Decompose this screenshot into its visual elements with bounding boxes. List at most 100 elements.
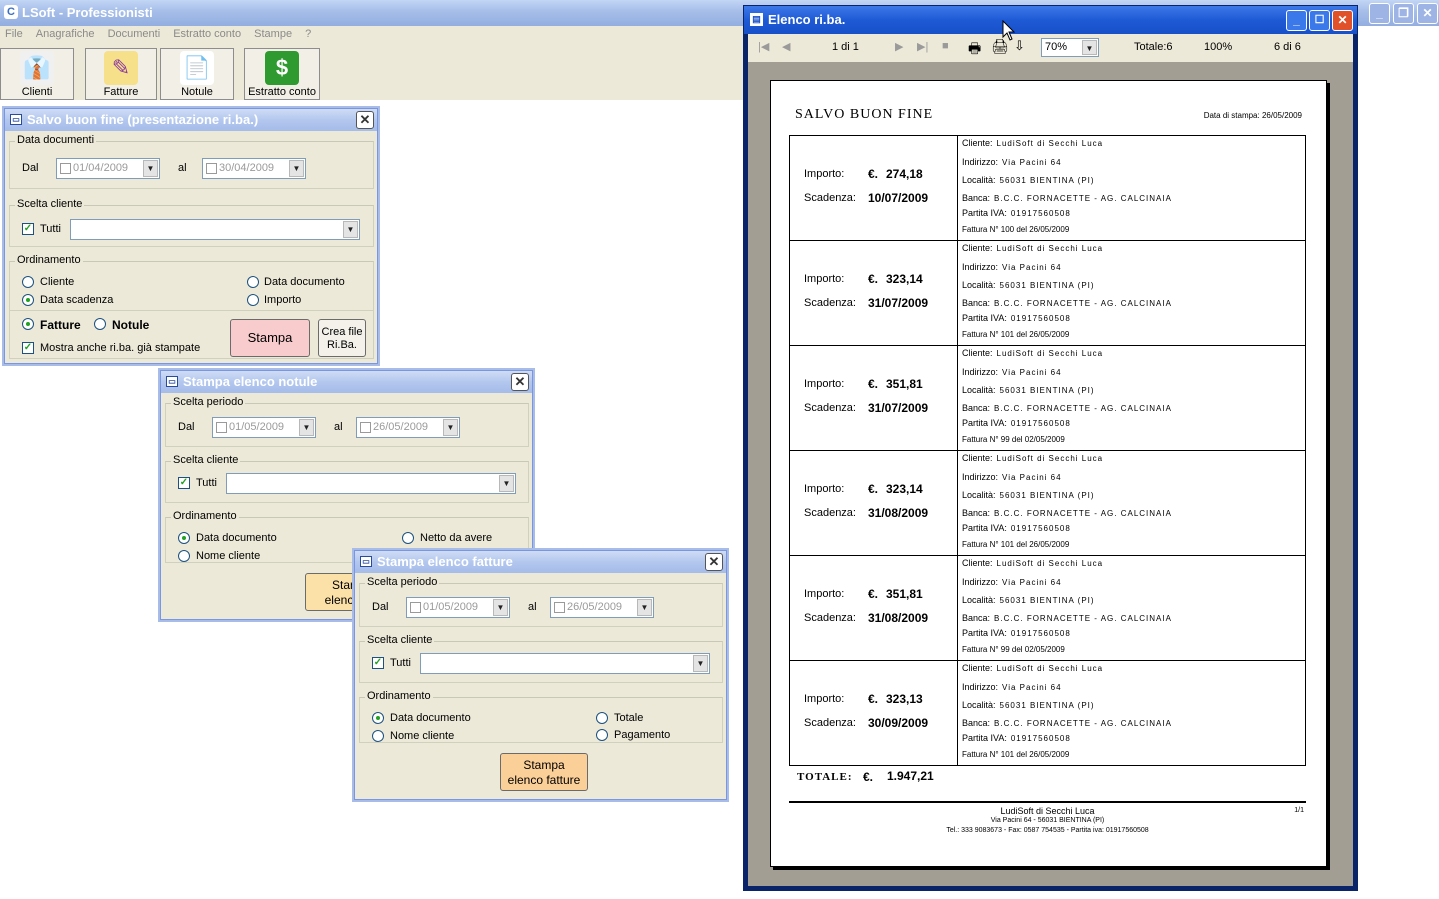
totale-radio[interactable] xyxy=(596,712,608,724)
piva-line: Partita IVA: 01917560508 xyxy=(962,208,1071,218)
notule-button[interactable]: 📄 Notule xyxy=(160,48,234,100)
indirizzo-line: Indirizzo: Via Pacini 64 xyxy=(962,682,1062,692)
crea-file-riba-button[interactable]: Crea file Ri.Ba. xyxy=(318,319,366,357)
line-value: 01917560508 xyxy=(1010,209,1071,218)
menu-file[interactable]: File xyxy=(0,26,28,42)
date-checkbox[interactable] xyxy=(206,163,217,174)
localita-line: Località: 56031 BIENTINA (PI) xyxy=(962,280,1095,290)
tutti-checkbox[interactable]: ✓ xyxy=(372,657,384,669)
cliente-radio[interactable] xyxy=(22,276,34,288)
close-icon[interactable]: ✕ xyxy=(356,111,374,129)
date-from-field[interactable]: 01/05/2009 ▼ xyxy=(212,417,316,438)
line-value: 56031 BIENTINA (PI) xyxy=(999,596,1095,605)
netto-da-avere-radio[interactable] xyxy=(402,532,414,544)
mostra-checkbox[interactable]: ✓ xyxy=(22,342,34,354)
restore-icon[interactable]: ❐ xyxy=(1393,3,1414,24)
date-checkbox[interactable] xyxy=(410,602,421,613)
tutti-checkbox[interactable]: ✓ xyxy=(178,477,190,489)
menu-documenti[interactable]: Documenti xyxy=(103,26,166,42)
footer-line: LudiSoft di Secchi Luca xyxy=(1000,806,1095,816)
maximize-icon[interactable]: ☐ xyxy=(1309,10,1330,31)
menu-estratto-conto[interactable]: Estratto conto xyxy=(168,26,246,42)
date-checkbox[interactable] xyxy=(60,163,71,174)
currency-label: €. xyxy=(868,167,879,181)
cliente-combobox[interactable]: ▼ xyxy=(226,473,516,494)
print-icon[interactable]: 🖶 xyxy=(968,38,981,62)
stampa-elenco-fatture-button[interactable]: Stampa elenco fatture xyxy=(500,753,588,791)
radio-label: Data documento xyxy=(390,712,471,724)
next-page-icon[interactable]: ▶ xyxy=(895,40,903,53)
estratto-conto-button[interactable]: $ Estratto conto xyxy=(244,48,320,100)
dialog-title: Stampa elenco notule xyxy=(183,374,318,389)
nome-cliente-radio[interactable] xyxy=(372,730,384,742)
line-key: Indirizzo: xyxy=(962,472,999,482)
close-icon[interactable]: ✕ xyxy=(705,553,723,571)
minimize-icon[interactable]: _ xyxy=(1369,3,1390,24)
cliente-combobox[interactable]: ▼ xyxy=(420,653,710,674)
date-checkbox[interactable] xyxy=(216,422,227,433)
banca-line: Banca: B.C.C. FORNACETTE - AG. CALCINAIA xyxy=(962,403,1172,413)
line-value: B.C.C. FORNACETTE - AG. CALCINAIA xyxy=(994,719,1172,728)
menu-anagrafiche[interactable]: Anagrafiche xyxy=(31,26,100,42)
stop-icon[interactable]: ■ xyxy=(942,40,949,52)
data-documento-radio[interactable] xyxy=(372,712,384,724)
line-key: Località: xyxy=(962,595,996,605)
data-documento-radio[interactable] xyxy=(178,532,190,544)
close-icon[interactable]: ✕ xyxy=(511,373,529,391)
data-scadenza-radio[interactable] xyxy=(22,294,34,306)
piva-line: Partita IVA: 01917560508 xyxy=(962,313,1071,323)
clienti-button[interactable]: 👔 Clienti xyxy=(0,48,74,100)
date-to-field[interactable]: 26/05/2009 ▼ xyxy=(550,597,654,618)
notule-radio[interactable] xyxy=(94,318,106,330)
zoom-select[interactable]: 70% ▼ xyxy=(1041,38,1099,57)
data-documento-radio[interactable] xyxy=(247,276,259,288)
minimize-icon[interactable]: _ xyxy=(1286,10,1307,31)
date-from-field[interactable]: 01/04/2009 ▼ xyxy=(56,158,160,179)
menu-help[interactable]: ? xyxy=(300,26,316,42)
chevron-down-icon[interactable]: ▼ xyxy=(343,221,358,238)
importo-label: Importo: xyxy=(804,378,845,390)
cliente-combobox[interactable]: ▼ xyxy=(70,219,360,240)
line-key: Banca: xyxy=(962,403,991,413)
chevron-down-icon[interactable]: ▼ xyxy=(493,599,508,616)
importo-radio[interactable] xyxy=(247,294,259,306)
chevron-down-icon[interactable]: ▼ xyxy=(143,160,158,177)
menu-stampe[interactable]: Stampe xyxy=(249,26,297,42)
chevron-down-icon[interactable]: ▼ xyxy=(693,655,708,672)
chevron-down-icon[interactable]: ▼ xyxy=(299,419,314,436)
date-to-field[interactable]: 30/04/2009 ▼ xyxy=(202,158,306,179)
report-titlebar: ▤ Elenco ri.ba. _ ☐ ✕ xyxy=(744,6,1357,34)
indirizzo-line: Indirizzo: Via Pacini 64 xyxy=(962,262,1062,272)
riba-amount-cell: Importo: €. 274,18 Scadenza: 10/07/2009 xyxy=(789,135,958,241)
date-checkbox[interactable] xyxy=(554,602,565,613)
first-page-icon[interactable]: |◀ xyxy=(758,40,769,53)
close-icon[interactable]: ✕ xyxy=(1332,10,1353,31)
radio-label: Netto da avere xyxy=(420,532,493,544)
chevron-down-icon[interactable]: ▼ xyxy=(443,419,458,436)
chevron-down-icon[interactable]: ▼ xyxy=(289,160,304,177)
date-checkbox[interactable] xyxy=(360,422,371,433)
tutti-checkbox[interactable]: ✓ xyxy=(22,223,34,235)
chevron-down-icon[interactable]: ▼ xyxy=(499,475,514,492)
riba-detail-cell: Cliente: LudiSoft di Secchi Luca Indirizzo… xyxy=(957,240,1306,346)
close-icon[interactable]: ✕ xyxy=(1417,3,1438,24)
stampa-button[interactable]: Stampa xyxy=(230,319,310,357)
fatture-radio[interactable] xyxy=(22,318,34,330)
prev-page-icon[interactable]: ◀ xyxy=(782,40,790,53)
dal-label: Dal xyxy=(372,601,389,613)
pagamento-radio[interactable] xyxy=(596,729,608,741)
currency-label: €. xyxy=(868,587,879,601)
chevron-down-icon[interactable]: ▼ xyxy=(637,599,652,616)
line-key: Banca: xyxy=(962,613,991,623)
total-label: TOTALE: xyxy=(797,771,853,783)
fatture-button[interactable]: ✎ Fatture xyxy=(85,48,157,100)
last-page-icon[interactable]: ▶| xyxy=(917,40,928,53)
menubar: File Anagrafiche Documenti Estratto cont… xyxy=(0,26,745,44)
cliente-line: Cliente: LudiSoft di Secchi Luca xyxy=(962,348,1103,358)
dal-label: Dal xyxy=(178,421,195,433)
date-to-field[interactable]: 26/05/2009 ▼ xyxy=(356,417,460,438)
chevron-down-icon[interactable]: ▼ xyxy=(1082,40,1097,55)
group-label: Data documenti xyxy=(15,134,97,146)
nome-cliente-radio[interactable] xyxy=(178,550,190,562)
date-from-field[interactable]: 01/05/2009 ▼ xyxy=(406,597,510,618)
